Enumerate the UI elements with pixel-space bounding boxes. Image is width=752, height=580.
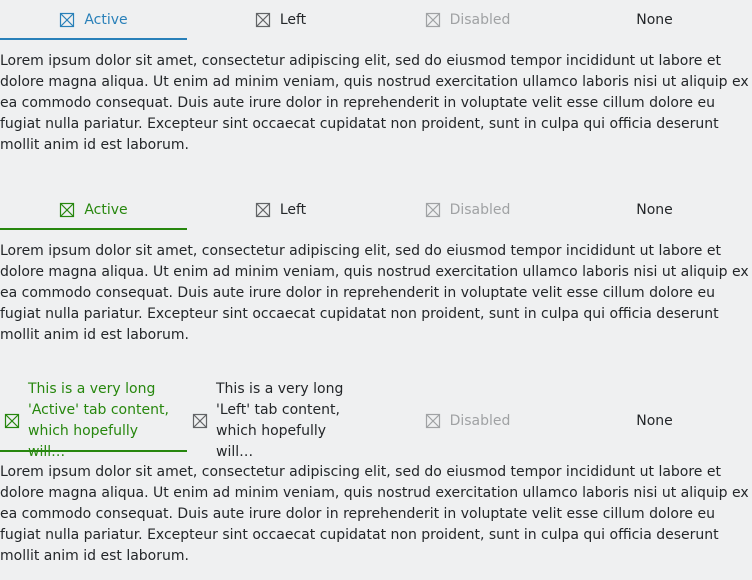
tab-active[interactable]: This is a very long 'Active' tab content…: [0, 381, 187, 460]
tab-bar: Active Left Disabled None: [0, 0, 752, 40]
tab-icon: [59, 12, 75, 28]
tab-icon: [4, 413, 20, 429]
tab-group-1: Active Left Disabled None Lorem ipsum do…: [0, 0, 752, 156]
tab-content-text: Lorem ipsum dolor sit amet, consectetur …: [0, 53, 749, 153]
tab-active[interactable]: Active: [0, 190, 187, 230]
tab-left[interactable]: Left: [187, 0, 374, 40]
tab-none[interactable]: None: [561, 0, 748, 40]
tab-label: Disabled: [449, 202, 511, 218]
tab-label: This is a very long 'Active' tab content…: [28, 381, 169, 460]
tab-left[interactable]: Left: [187, 190, 374, 230]
tab-bar: This is a very long 'Active' tab content…: [0, 381, 752, 460]
tab-label: This is a very long 'Left' tab content, …: [216, 381, 344, 460]
tab-label: None: [636, 12, 673, 28]
tab-label: Disabled: [449, 413, 511, 429]
tab-icon: [59, 202, 75, 218]
tab-label: Left: [279, 202, 307, 218]
tab-label: Active: [84, 202, 128, 218]
tab-active[interactable]: Active: [0, 0, 187, 40]
tab-disabled: Disabled: [374, 0, 561, 40]
tab-content-text: Lorem ipsum dolor sit amet, consectetur …: [0, 243, 749, 343]
tab-none[interactable]: None: [561, 390, 748, 452]
tab-icon: [192, 413, 208, 429]
tab-disabled: Disabled: [374, 390, 561, 452]
tab-label: Active: [84, 12, 128, 28]
tabs-demo-page: Active Left Disabled None Lorem ipsum do…: [0, 0, 752, 580]
tab-label: None: [636, 413, 673, 429]
tab-label: None: [636, 202, 673, 218]
tab-icon: [425, 413, 441, 429]
tab-none[interactable]: None: [561, 190, 748, 230]
tab-bar: Active Left Disabled None: [0, 190, 752, 230]
tab-content-text: Lorem ipsum dolor sit amet, consectetur …: [0, 464, 749, 564]
tab-label: Left: [279, 12, 307, 28]
tab-icon: [425, 12, 441, 28]
tab-label: Disabled: [449, 12, 511, 28]
tab-group-3: This is a very long 'Active' tab content…: [0, 381, 752, 567]
tab-left[interactable]: This is a very long 'Left' tab content, …: [187, 381, 374, 460]
tab-group-2: Active Left Disabled None Lorem ipsum do…: [0, 190, 752, 346]
tab-disabled: Disabled: [374, 190, 561, 230]
tab-icon: [255, 202, 271, 218]
tab-icon: [255, 12, 271, 28]
tab-icon: [425, 202, 441, 218]
